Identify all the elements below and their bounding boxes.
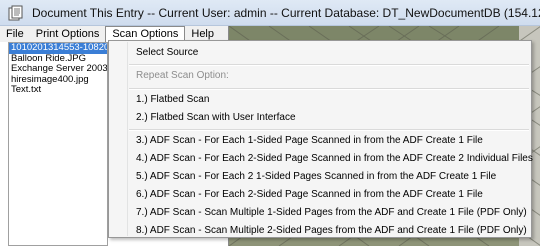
scan-option-adf-1sided-1file[interactable]: 3.) ADF Scan - For Each 1-Sided Page Sca… [136, 132, 483, 150]
scan-option-adf-multi-1sided-pdf[interactable]: 7.) ADF Scan - Scan Multiple 1-Sided Pag… [136, 204, 527, 222]
scan-option-flatbed[interactable]: 1.) Flatbed Scan [136, 91, 209, 109]
file-list-item[interactable]: Text.txt [9, 85, 107, 96]
file-list-item[interactable]: hiresimage400.jpg [9, 75, 107, 86]
repeat-scan-option-item: Repeat Scan Option: [136, 70, 229, 81]
menu-separator [129, 129, 529, 131]
scan-option-adf-2x1sided-1file[interactable]: 5.) ADF Scan - For Each 2 1-Sided Pages … [136, 168, 496, 186]
title-bar: Document This Entry -- Current User: adm… [0, 0, 540, 26]
scan-option-flatbed-ui[interactable]: 2.) Flatbed Scan with User Interface [136, 109, 296, 127]
menu-separator [129, 88, 529, 90]
scan-option-adf-2sided-2files[interactable]: 4.) ADF Scan - For Each 2-Sided Page Sca… [136, 150, 533, 168]
menu-separator [129, 64, 529, 66]
scan-option-adf-multi-2sided-pdf[interactable]: 8.) ADF Scan - Scan Multiple 2-Sided Pag… [136, 222, 527, 240]
app-icon [8, 5, 24, 21]
file-list-item[interactable]: 1010201314553-108201 [9, 43, 107, 54]
scan-options-menu: Select Source Repeat Scan Option: 1.) Fl… [108, 40, 533, 240]
select-source-item[interactable]: Select Source [136, 44, 198, 62]
scan-option-adf-2sided-1file[interactable]: 6.) ADF Scan - For Each 2-Sided Page Sca… [136, 186, 483, 204]
file-list-item[interactable]: Balloon Ride.JPG [9, 54, 107, 65]
menu-gutter [127, 42, 128, 236]
file-list[interactable]: 1010201314553-108201 Balloon Ride.JPG Ex… [8, 42, 108, 246]
menu-file[interactable]: File [0, 26, 30, 42]
menu-print-options[interactable]: Print Options [30, 26, 106, 42]
window-title: Document This Entry -- Current User: adm… [32, 5, 540, 20]
file-list-item[interactable]: Exchange Server 2003 to [9, 64, 107, 75]
